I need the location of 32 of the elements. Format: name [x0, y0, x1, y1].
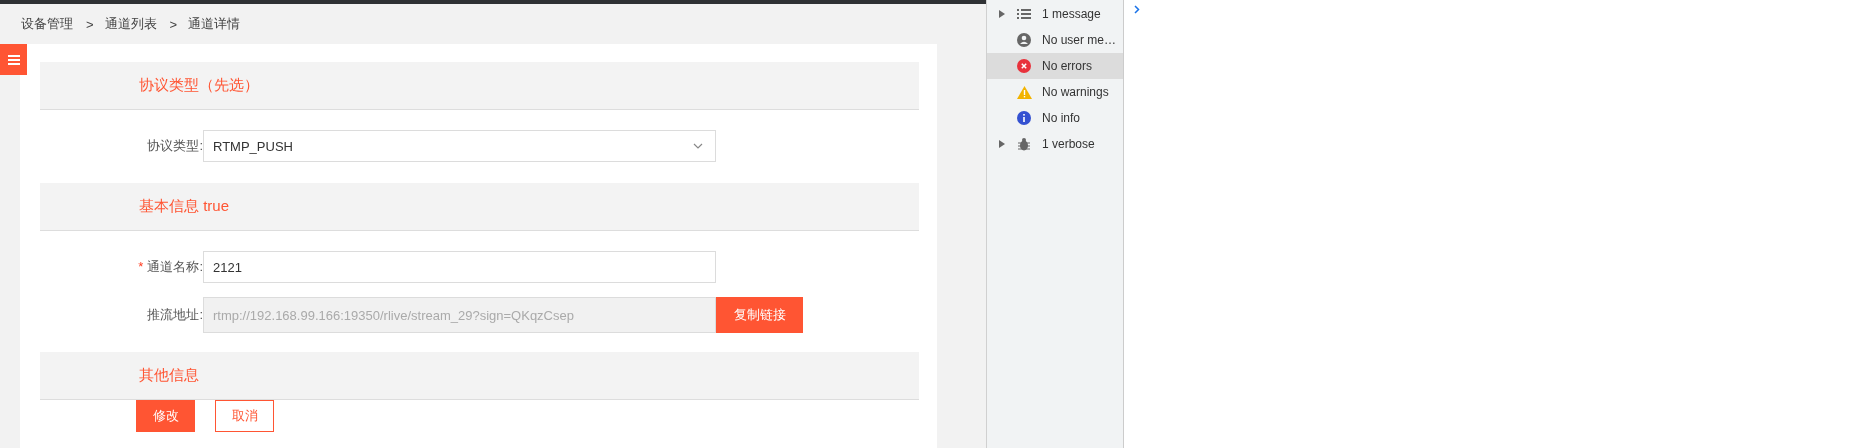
section-title: 其他信息 [139, 366, 199, 385]
field-label: 推流地址: [147, 307, 203, 322]
field-label: 协议类型: [147, 138, 203, 153]
required-mark: * [138, 259, 144, 274]
expand-arrow-icon[interactable] [999, 10, 1005, 18]
info-icon [1017, 111, 1031, 125]
section-title: 基本信息 true [139, 197, 229, 216]
menu-button[interactable] [0, 44, 27, 75]
bug-icon [1017, 137, 1031, 151]
sidebar-item[interactable]: No user me… [987, 27, 1123, 53]
user-icon [1017, 33, 1031, 47]
breadcrumb-link[interactable]: 通道列表 [104, 15, 157, 33]
list-icon [1017, 9, 1031, 19]
breadcrumb-separator: > [86, 16, 94, 32]
menu-icon [7, 54, 20, 65]
sidebar-item[interactable]: No info [987, 105, 1123, 131]
error-icon [1017, 59, 1031, 73]
sidebar-item[interactable]: No warnings [987, 79, 1123, 105]
sidebar-item[interactable]: No errors [987, 53, 1123, 79]
select-field[interactable]: RTMP_PUSH [203, 130, 716, 162]
field-label: 通道名称: [147, 259, 203, 274]
chevron-down-icon [693, 143, 703, 149]
breadcrumb-separator: > [169, 16, 178, 32]
warning-icon [1016, 85, 1032, 99]
prompt-chevron-icon [1134, 5, 1140, 14]
sidebar-item[interactable]: 1 verbose [987, 131, 1123, 157]
breadcrumb-link[interactable]: 设备管理 [21, 15, 73, 33]
input-field[interactable]: 2121 [203, 251, 716, 283]
section-title: 协议类型（先选） [139, 76, 259, 95]
expand-arrow-icon[interactable] [999, 140, 1005, 148]
breadcrumb-link[interactable]: 通道详情 [188, 15, 241, 33]
sidebar-item[interactable]: 1 message [987, 1, 1123, 27]
